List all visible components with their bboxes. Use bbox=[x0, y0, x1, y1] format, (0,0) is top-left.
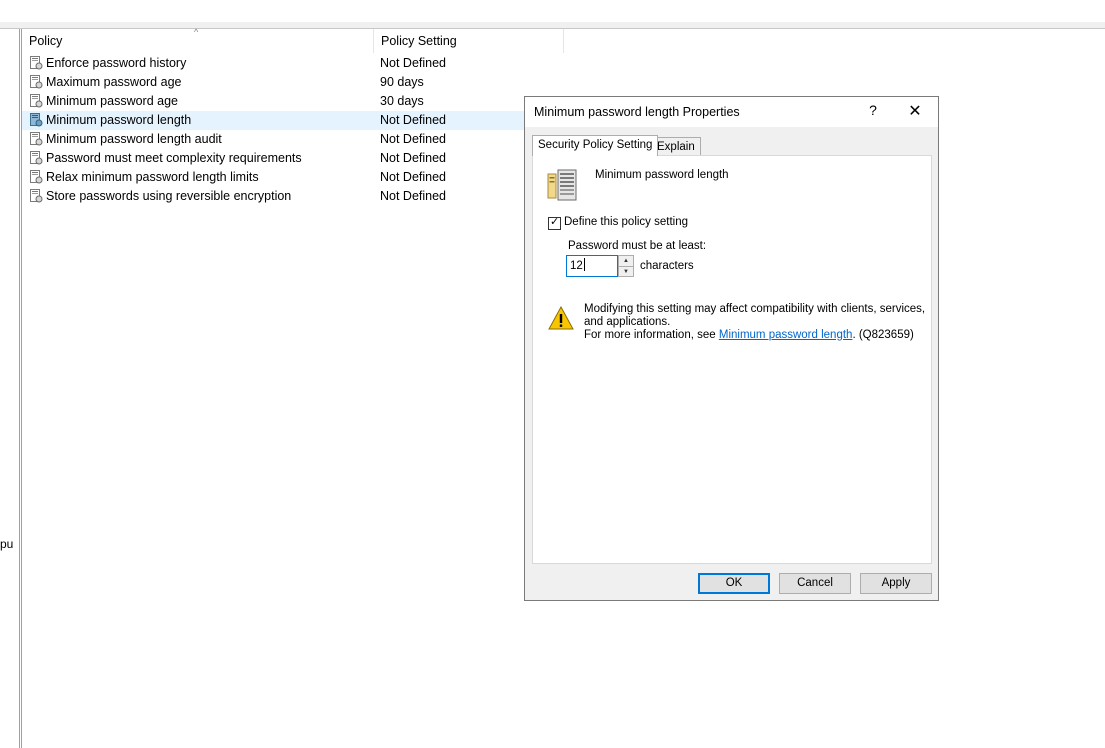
column-header-policy-label: Policy bbox=[29, 34, 63, 48]
row-policy-value: Not Defined bbox=[380, 132, 447, 146]
row-policy-value: Not Defined bbox=[380, 189, 447, 203]
policy-doc-icon bbox=[30, 189, 43, 203]
tree-item-truncated[interactable]: pu bbox=[0, 537, 13, 551]
ok-button[interactable]: OK bbox=[698, 573, 770, 594]
table-row[interactable]: Enforce password history Not Defined bbox=[22, 54, 542, 73]
column-header-setting-label: Policy Setting bbox=[381, 34, 457, 48]
row-policy-name: Password must meet complexity requiremen… bbox=[46, 151, 302, 165]
warning-text-line1: Modifying this setting may affect compat… bbox=[584, 303, 926, 315]
row-policy-name: Minimum password age bbox=[46, 94, 178, 108]
table-row[interactable]: Maximum password age 90 days bbox=[22, 73, 542, 92]
row-policy-value: Not Defined bbox=[380, 113, 447, 127]
table-row[interactable]: Minimum password length audit Not Define… bbox=[22, 130, 542, 149]
policy-doc-icon bbox=[30, 132, 43, 146]
server-icon bbox=[547, 169, 577, 201]
sort-ascending-icon: ^ bbox=[194, 27, 199, 37]
tab-security-policy-setting[interactable]: Security Policy Setting bbox=[532, 135, 659, 156]
column-header-policy[interactable]: Policy ^ bbox=[22, 27, 374, 53]
define-policy-label[interactable]: Define this policy setting bbox=[564, 216, 688, 228]
tab-explain[interactable]: Explain bbox=[651, 137, 701, 156]
row-policy-name: Minimum password length bbox=[46, 113, 192, 127]
min-length-value: 12 bbox=[570, 260, 583, 272]
policy-doc-icon bbox=[30, 56, 43, 70]
table-row[interactable]: Relax minimum password length limits Not… bbox=[22, 168, 542, 187]
policy-doc-icon bbox=[30, 94, 43, 108]
row-policy-name: Minimum password length audit bbox=[46, 132, 222, 146]
checkmark-icon: ✓ bbox=[550, 216, 560, 228]
apply-button[interactable]: Apply bbox=[860, 573, 932, 594]
row-policy-value: 90 days bbox=[380, 75, 424, 89]
row-policy-name: Maximum password age bbox=[46, 75, 182, 89]
spin-down-icon[interactable]: ▼ bbox=[619, 267, 633, 277]
row-policy-value: Not Defined bbox=[380, 170, 447, 184]
warning-text-line3: For more information, see Minimum passwo… bbox=[584, 329, 914, 341]
table-row[interactable]: Store passwords using reversible encrypt… bbox=[22, 187, 542, 206]
warning-prefix: For more information, see bbox=[584, 329, 719, 341]
cancel-button[interactable]: Cancel bbox=[779, 573, 851, 594]
column-header-setting[interactable]: Policy Setting bbox=[374, 29, 564, 53]
policy-doc-icon bbox=[30, 151, 43, 165]
console-tree-pane[interactable]: pu bbox=[0, 29, 20, 748]
policy-doc-icon bbox=[30, 113, 43, 127]
tab-panel: Minimum password length ✓ Define this po… bbox=[532, 155, 932, 564]
warning-icon bbox=[548, 306, 574, 330]
row-policy-value: Not Defined bbox=[380, 56, 447, 70]
close-icon[interactable]: ✕ bbox=[905, 101, 925, 121]
dialog-title: Minimum password length Properties bbox=[534, 105, 740, 119]
unit-label: characters bbox=[640, 260, 694, 272]
policy-title: Minimum password length bbox=[595, 169, 729, 181]
row-policy-name: Store passwords using reversible encrypt… bbox=[46, 189, 292, 203]
policy-doc-icon bbox=[30, 170, 43, 184]
row-policy-name: Enforce password history bbox=[46, 56, 187, 70]
row-policy-value: Not Defined bbox=[380, 151, 447, 165]
define-policy-checkbox[interactable]: ✓ bbox=[548, 216, 561, 230]
help-icon[interactable]: ? bbox=[865, 102, 881, 118]
min-length-input[interactable]: 12 bbox=[566, 255, 618, 277]
min-length-label: Password must be at least: bbox=[568, 240, 707, 252]
warning-text-line2: and applications. bbox=[584, 316, 671, 328]
text-caret bbox=[583, 258, 585, 271]
top-bar bbox=[0, 0, 1105, 23]
properties-dialog: Minimum password length Properties ? ✕ S… bbox=[524, 96, 939, 601]
row-policy-name: Relax minimum password length limits bbox=[46, 170, 259, 184]
table-row-selected[interactable]: Minimum password length Not Defined bbox=[22, 111, 542, 130]
help-link[interactable]: Minimum password length bbox=[719, 329, 853, 341]
toolbar-strip bbox=[0, 22, 1105, 29]
dialog-title-bar[interactable]: Minimum password length Properties ? ✕ bbox=[525, 97, 938, 127]
row-policy-value: 30 days bbox=[380, 94, 424, 108]
table-row[interactable]: Password must meet complexity requiremen… bbox=[22, 149, 542, 168]
policy-doc-icon bbox=[30, 75, 43, 89]
policy-rows: Enforce password history Not Defined Max… bbox=[22, 54, 542, 206]
spin-up-icon[interactable]: ▲ bbox=[619, 256, 633, 267]
warning-suffix: . (Q823659) bbox=[852, 329, 914, 341]
min-length-stepper[interactable]: ▲ ▼ bbox=[618, 255, 634, 277]
table-row[interactable]: Minimum password age 30 days bbox=[22, 92, 542, 111]
